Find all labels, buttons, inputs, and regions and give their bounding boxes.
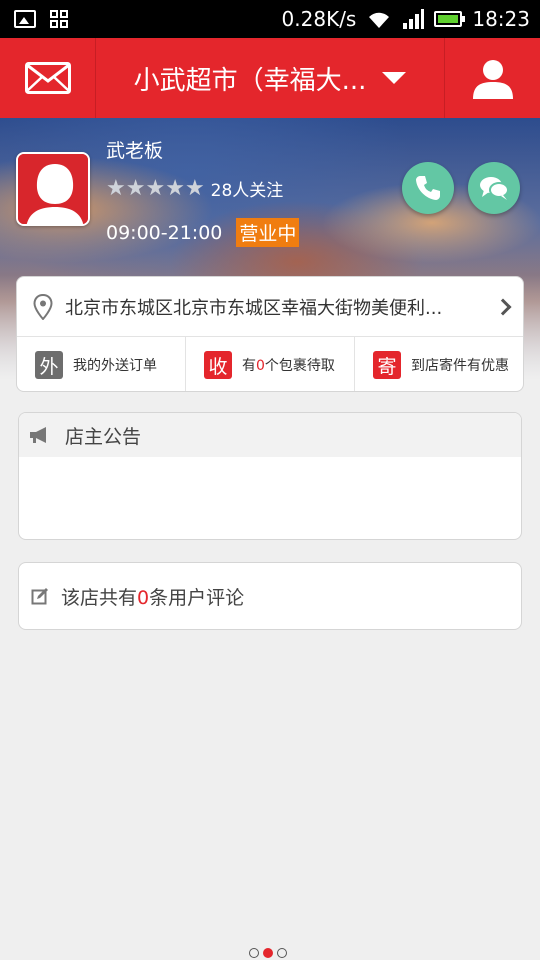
notice-header: 店主公告: [19, 413, 521, 457]
delivery-orders-button[interactable]: 外 我的外送订单: [17, 337, 186, 391]
pending-parcels-label: 有0个包裹待取: [242, 358, 335, 374]
mail-icon: [24, 62, 71, 94]
business-hours: 09:00-21:00: [106, 221, 223, 244]
battery-icon: [434, 11, 466, 27]
messages-button[interactable]: [0, 38, 96, 118]
comments-count: 0: [137, 586, 150, 609]
shop-address: 北京市东城区北京市东城区幸福大街物美便利...: [65, 297, 443, 319]
comments-summary: 该店共有0条用户评论: [61, 586, 245, 609]
status-badge: 营业中: [236, 218, 300, 247]
phone-icon: [416, 176, 440, 200]
address-card: 北京市东城区北京市东城区幸福大街物美便利... 外 我的外送订单 收 有0个包裹…: [16, 276, 524, 392]
chat-icon: [480, 177, 509, 200]
page-indicator: [249, 948, 287, 958]
signal-icon: [403, 9, 425, 29]
send-parcel-button[interactable]: 寄 到店寄件有优惠: [355, 337, 523, 391]
user-icon: [472, 60, 513, 99]
star-icon: ★: [125, 175, 146, 201]
delivery-badge-icon: 外: [35, 351, 63, 379]
chevron-right-icon: [494, 298, 512, 315]
rating-stars: ★ ★ ★ ★ ★ 28人关注: [106, 176, 283, 201]
star-icon: ★: [184, 175, 205, 201]
page-dot[interactable]: [249, 948, 259, 958]
notice-title: 店主公告: [65, 425, 142, 448]
edit-icon: [31, 588, 48, 605]
comments-card[interactable]: 该店共有0条用户评论: [18, 562, 522, 630]
chat-button[interactable]: [468, 162, 520, 214]
avatar[interactable]: [16, 152, 90, 226]
location-pin-icon: [33, 293, 53, 320]
net-speed: 0.28K/s: [281, 7, 357, 31]
owner-avatar-icon: [18, 154, 88, 224]
megaphone-icon: [30, 427, 46, 443]
star-icon: ★: [165, 175, 185, 201]
pending-parcels-button[interactable]: 收 有0个包裹待取: [186, 337, 355, 391]
owner-name: 武老板: [106, 140, 164, 162]
shop-switcher[interactable]: 小武超市（幸福大...: [96, 60, 444, 97]
send-parcel-label: 到店寄件有优惠: [411, 358, 509, 374]
notice-card: 店主公告: [18, 412, 522, 540]
call-button[interactable]: [402, 162, 454, 214]
status-bar: 0.28K/s 18:23: [0, 0, 540, 38]
page-dot[interactable]: [277, 948, 287, 958]
clock: 18:23: [472, 7, 530, 31]
chevron-down-icon: [382, 72, 407, 84]
profile-button[interactable]: [444, 38, 540, 118]
app-header: 小武超市（幸福大...: [0, 38, 540, 118]
shop-title: 小武超市（幸福大...: [133, 65, 367, 96]
image-icon: [14, 10, 36, 28]
wifi-icon: [369, 12, 390, 28]
send-badge-icon: 寄: [373, 351, 401, 379]
delivery-orders-label: 我的外送订单: [73, 358, 157, 374]
parcel-count: 0: [256, 358, 265, 374]
follower-count: 28人关注: [210, 181, 284, 201]
page-dot-active[interactable]: [263, 948, 273, 958]
star-icon: ★: [145, 175, 166, 201]
qr-icon: [50, 10, 68, 28]
address-row[interactable]: 北京市东城区北京市东城区幸福大街物美便利...: [17, 277, 523, 337]
parcel-badge-icon: 收: [204, 351, 232, 379]
star-icon: ★: [106, 175, 126, 201]
